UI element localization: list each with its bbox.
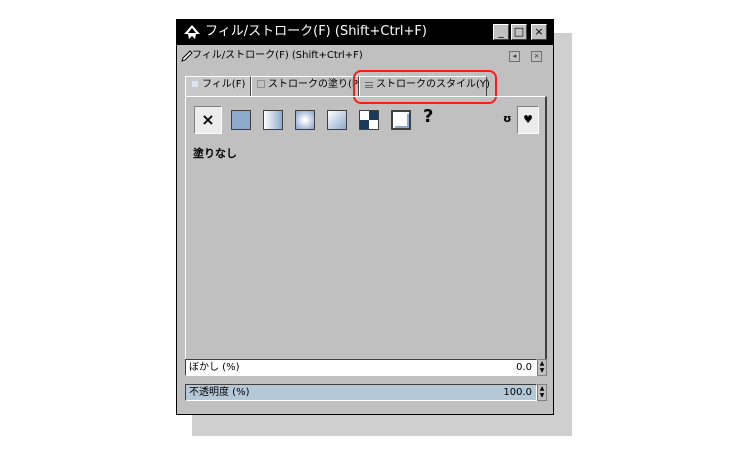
blur-value: 0.0 (516, 362, 532, 373)
no-paint-button[interactable]: × (194, 106, 222, 134)
close-button[interactable]: × (531, 24, 547, 40)
minimize-button[interactable]: _ (493, 24, 509, 40)
swatch-frame-button[interactable] (391, 110, 411, 130)
maximize-button[interactable]: □ (511, 24, 527, 40)
inkscape-icon (184, 25, 200, 39)
unset-paint-button[interactable]: ? (423, 106, 433, 127)
tab-stroke-paint[interactable]: ストロークの塗り(P) (251, 76, 362, 96)
fill-rule-nonzero-button[interactable]: ♥ (517, 106, 539, 134)
flat-color-button[interactable] (231, 110, 251, 130)
blur-label: ぼかし (%) (189, 362, 240, 373)
fill-rule-evenodd-button[interactable]: ʊ (503, 112, 512, 125)
opacity-label: 不透明度 (%) (189, 387, 250, 398)
opacity-value: 100.0 (503, 387, 532, 398)
pattern-button[interactable] (359, 110, 379, 130)
title-bar[interactable]: フィル/ストローク(F) (Shift+Ctrl+F) _ □ × (177, 20, 553, 45)
spin-down-icon[interactable]: ▼ (538, 392, 546, 399)
radial-gradient-button[interactable] (295, 110, 315, 130)
blur-spinner[interactable]: ▲ ▼ (537, 359, 547, 376)
tab-fill[interactable]: フィル(F) (185, 76, 251, 96)
mesh-gradient-button[interactable] (327, 110, 347, 130)
dialog-title: フィル/ストローク(F) (Shift+Ctrl+F) (192, 50, 363, 61)
opacity-spinner[interactable]: ▲ ▼ (537, 384, 547, 401)
fill-panel (185, 96, 547, 372)
spin-up-icon[interactable]: ▲ (538, 360, 546, 367)
window-title: フィル/ストローク(F) (Shift+Ctrl+F) (205, 24, 427, 39)
dialog-close-button[interactable]: × (531, 51, 542, 62)
tab-stroke-paint-label: ストロークの塗り(P) (268, 79, 362, 90)
tab-fill-label: フィル(F) (202, 79, 246, 90)
linear-gradient-button[interactable] (263, 110, 283, 130)
blur-field[interactable]: ぼかし (%) 0.0 (185, 359, 537, 376)
dialog-menu-button[interactable]: ◂ (509, 51, 520, 62)
spin-down-icon[interactable]: ▼ (538, 367, 546, 374)
dialog-header: フィル/ストローク(F) (Shift+Ctrl+F) ◂ × (177, 46, 553, 67)
fill-stroke-window: フィル/ストローク(F) (Shift+Ctrl+F) _ □ × フィル/スト… (176, 19, 554, 415)
fill-status-label: 塗りなし (193, 147, 237, 160)
fill-icon (191, 80, 199, 88)
stroke-paint-icon (257, 80, 265, 88)
opacity-field[interactable]: 不透明度 (%) 100.0 (185, 384, 537, 401)
spin-up-icon[interactable]: ▲ (538, 385, 546, 392)
